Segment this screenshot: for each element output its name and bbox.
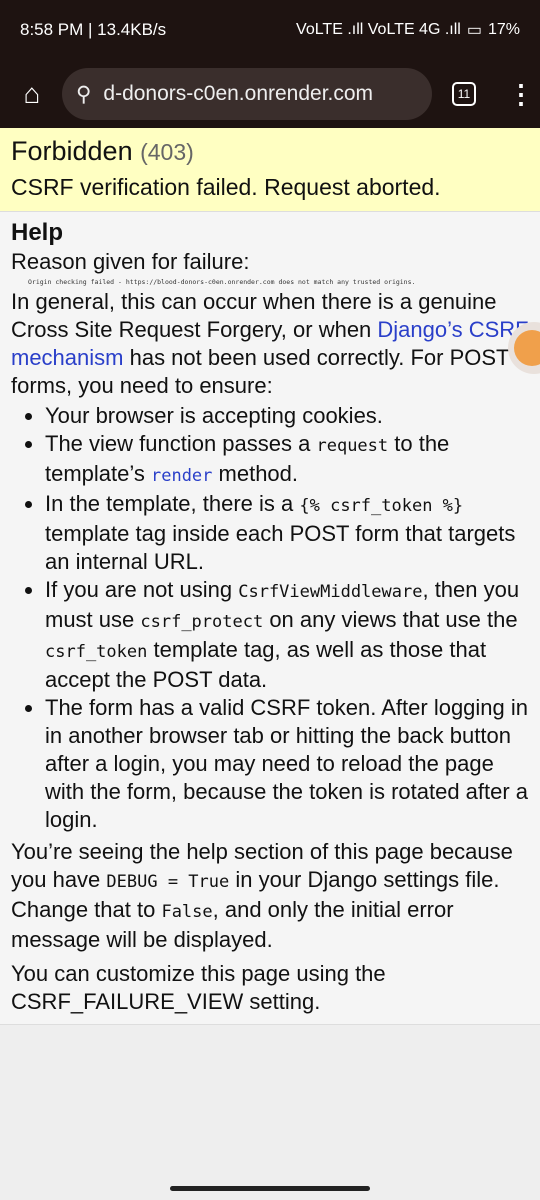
browser-toolbar: ⌂ ⚲ d-donors-c0en.onrender.com 11 ⋮	[0, 60, 540, 128]
list-item: The form has a valid CSRF token. After l…	[45, 694, 529, 834]
help-heading: Help	[11, 219, 64, 246]
list-item: The view function passes a request to th…	[45, 430, 529, 490]
battery-level: 17%	[487, 21, 520, 38]
error-message: CSRF verification failed. Request aborte…	[11, 174, 441, 200]
checklist: Your browser is accepting cookies. The v…	[11, 402, 529, 834]
debug-paragraph: You’re seeing the help section of this p…	[11, 839, 513, 952]
battery-icon: ▭	[466, 22, 482, 39]
more-menu-icon[interactable]: ⋮	[508, 79, 534, 110]
reason-label: Reason given for failure:	[11, 249, 250, 274]
status-bar: 8:58 PM | 13.4KB/s VoLTE .ıll VoLTE 4G .…	[0, 0, 540, 60]
render-link[interactable]: render	[151, 461, 212, 486]
page-title: Forbidden (403)	[11, 136, 194, 166]
tab-switcher-button[interactable]: 11	[452, 82, 476, 106]
assistant-icon[interactable]	[514, 330, 540, 366]
url-text[interactable]: d-donors-c0en.onrender.com	[103, 82, 373, 106]
list-item: In the template, there is a {% csrf_toke…	[45, 490, 529, 576]
intro-paragraph: In general, this can occur when there is…	[11, 289, 529, 398]
site-settings-icon[interactable]: ⚲	[76, 82, 91, 107]
reason-text: Origin checking failed - https://blood-d…	[28, 278, 416, 286]
help-section: Help Reason given for failure: Origin ch…	[0, 212, 540, 1025]
error-summary: Forbidden (403) CSRF verification failed…	[0, 128, 540, 212]
gesture-nav-bar[interactable]	[170, 1186, 370, 1191]
status-code: (403)	[140, 139, 194, 165]
status-time-speed: 8:58 PM | 13.4KB/s	[20, 20, 167, 39]
customize-paragraph: You can customize this page using the CS…	[11, 961, 386, 1014]
address-bar[interactable]: ⚲ d-donors-c0en.onrender.com	[62, 68, 432, 120]
signal-icons: VoLTE .ıll VoLTE 4G .ıll	[296, 21, 461, 38]
list-item: Your browser is accepting cookies.	[45, 402, 529, 430]
list-item: If you are not using CsrfViewMiddleware,…	[45, 576, 529, 694]
home-icon[interactable]: ⌂	[12, 78, 52, 110]
